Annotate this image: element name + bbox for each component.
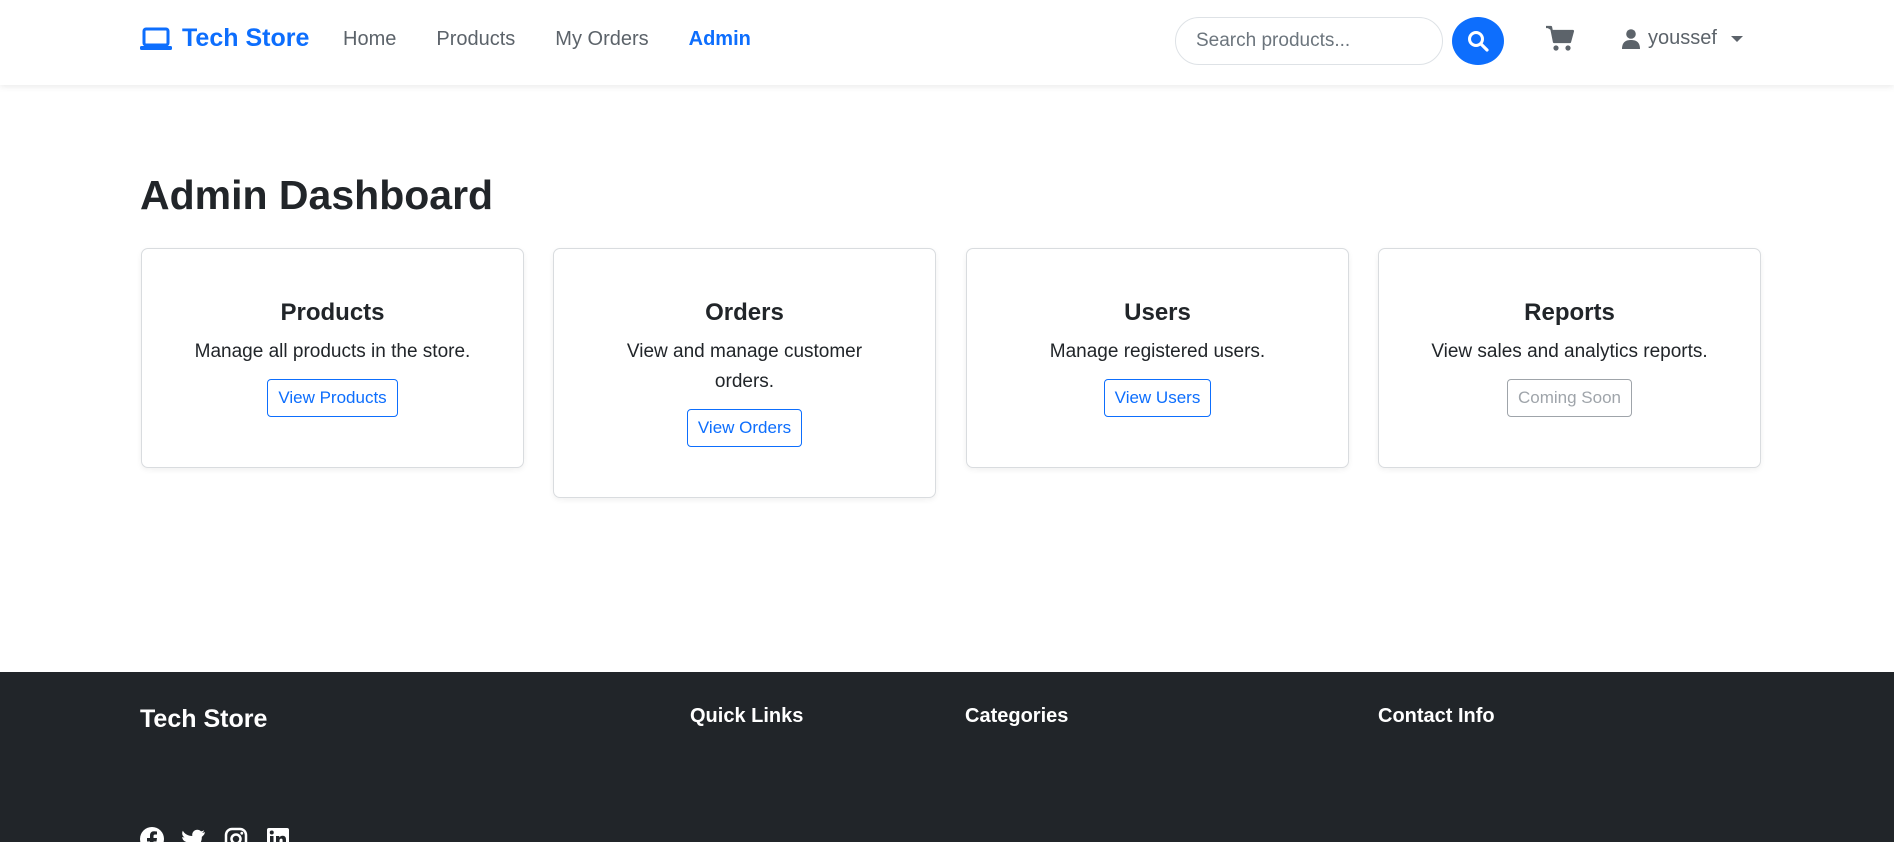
- laptop-icon: [140, 27, 172, 50]
- linkedin-icon[interactable]: [266, 827, 290, 842]
- search-button[interactable]: [1452, 17, 1504, 65]
- footer-heading-categories: Categories: [965, 705, 1069, 727]
- nav-links: Home Products My Orders Admin: [343, 28, 751, 51]
- card-title: Orders: [705, 299, 784, 326]
- brand-link[interactable]: Tech Store: [140, 24, 309, 53]
- footer: Tech Store Quick Links Categories Contac…: [0, 672, 1894, 842]
- view-users-button[interactable]: View Users: [1103, 379, 1212, 417]
- page-title: Admin Dashboard: [140, 172, 494, 218]
- card-text: Manage registered users.: [1049, 341, 1266, 362]
- user-icon: [1622, 28, 1640, 49]
- card-title: Products: [280, 299, 385, 326]
- nav-link-home[interactable]: Home: [343, 28, 396, 51]
- footer-heading-quick-links: Quick Links: [690, 705, 804, 727]
- card-title: Reports: [1524, 299, 1615, 326]
- cart-icon: [1546, 25, 1575, 51]
- user-name: youssef: [1648, 27, 1717, 49]
- twitter-icon[interactable]: [182, 827, 206, 842]
- footer-heading-contact-info: Contact Info: [1378, 705, 1495, 727]
- brand-name: Tech Store: [182, 24, 310, 52]
- social-links: [140, 827, 290, 842]
- card-reports: Reports View sales and analytics reports…: [1378, 248, 1761, 468]
- card-text: View and manage customer orders.: [626, 341, 863, 392]
- card-text: View sales and analytics reports.: [1431, 341, 1708, 362]
- view-products-button[interactable]: View Products: [267, 379, 398, 417]
- search-icon: [1468, 31, 1489, 52]
- cart-button[interactable]: [1545, 25, 1575, 53]
- nav-link-products[interactable]: Products: [436, 28, 515, 51]
- coming-soon-button: Coming Soon: [1506, 379, 1632, 417]
- view-orders-button[interactable]: View Orders: [686, 409, 803, 447]
- search-input[interactable]: [1175, 17, 1443, 65]
- card-orders: Orders View and manage customer orders. …: [553, 248, 936, 498]
- nav-link-admin[interactable]: Admin: [689, 28, 751, 51]
- card-title: Users: [1124, 299, 1191, 326]
- navbar: Tech Store Home Products My Orders Admin…: [0, 0, 1894, 85]
- card-text: Manage all products in the store.: [194, 341, 471, 362]
- instagram-icon[interactable]: [224, 827, 248, 842]
- footer-brand: Tech Store: [140, 705, 268, 733]
- card-products: Products Manage all products in the stor…: [141, 248, 524, 468]
- chevron-down-icon: [1730, 35, 1743, 42]
- card-users: Users Manage registered users. View User…: [966, 248, 1349, 468]
- facebook-icon[interactable]: [140, 827, 164, 842]
- user-menu-dropdown[interactable]: youssef: [1622, 27, 1743, 50]
- nav-link-my-orders[interactable]: My Orders: [555, 28, 648, 51]
